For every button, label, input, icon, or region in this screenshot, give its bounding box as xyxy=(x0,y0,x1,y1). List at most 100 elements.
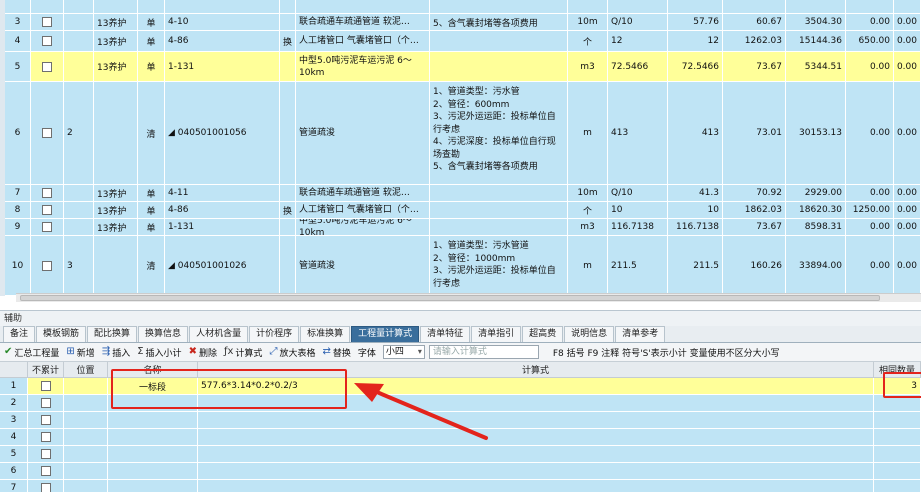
row-checkbox[interactable] xyxy=(42,36,52,46)
cell-total[interactable]: 5344.51 xyxy=(786,52,846,82)
row-checkbox[interactable] xyxy=(42,61,52,72)
nosum-checkbox[interactable] xyxy=(40,449,51,459)
cell-huan[interactable]: 换 xyxy=(280,31,296,52)
cell-huan[interactable]: 换 xyxy=(280,202,296,219)
cell-qty[interactable]: 413 xyxy=(668,82,723,185)
insert-button[interactable]: ⇶ 插入 xyxy=(102,346,130,359)
cell-name[interactable]: 中型5.0吨污泥车运污泥 6～10km xyxy=(296,219,430,236)
cell-unit[interactable]: m3 xyxy=(568,219,608,236)
tab-9[interactable]: 清单指引 xyxy=(471,326,522,342)
cell-kind[interactable]: 清 xyxy=(138,236,165,296)
cell-total[interactable]: 2929.00 xyxy=(786,185,846,202)
cell-huan[interactable] xyxy=(280,82,296,185)
cell-code[interactable]: 4-11 xyxy=(165,185,280,202)
cell-price[interactable]: 73.67 xyxy=(723,219,786,236)
cell-qty[interactable]: 72.5466 xyxy=(668,52,723,82)
summary-button[interactable]: ✔ 汇总工程量 xyxy=(4,346,59,359)
cell-qty_expr[interactable]: Q/10 xyxy=(608,185,668,202)
nosum-checkbox[interactable] xyxy=(40,381,51,391)
table-row[interactable]: 9 13养护单 1-131 中型5.0吨污泥车运污泥 6～10km m3 116.7138… xyxy=(0,219,921,236)
cell-formula[interactable] xyxy=(198,480,874,492)
nosum-checkbox[interactable] xyxy=(40,483,51,492)
cell-name[interactable] xyxy=(108,395,198,412)
font-size-select[interactable]: 小四 xyxy=(382,345,425,359)
tab-12[interactable]: 清单参考 xyxy=(615,326,666,342)
table-row[interactable] xyxy=(0,0,921,14)
cell-b[interactable]: 0.00 xyxy=(894,82,921,185)
cell-unit[interactable]: 个 xyxy=(568,202,608,219)
cell-type[interactable] xyxy=(94,236,138,296)
tab-11[interactable]: 说明信息 xyxy=(564,326,615,342)
cell-price[interactable]: 160.26 xyxy=(723,236,786,296)
cell-a[interactable]: 0.00 xyxy=(846,219,894,236)
cell-position[interactable] xyxy=(64,463,108,480)
table-row[interactable]: 6 2 清 ◢ 040501001056 管道疏浚 1、管道类型：污水管 2、管径：600… xyxy=(0,82,921,185)
scrollbar-thumb[interactable] xyxy=(20,295,880,301)
cell-kind[interactable]: 清 xyxy=(138,82,165,185)
cell-price[interactable]: 1862.03 xyxy=(723,202,786,219)
cell-code[interactable]: 4-86 xyxy=(165,202,280,219)
cell-kind[interactable]: 单 xyxy=(138,185,165,202)
table-row[interactable]: 5 13养护单 1-131 中型5.0吨污泥车运污泥 6～10km m3 72.5466 7… xyxy=(0,52,921,82)
cell-price[interactable]: 73.67 xyxy=(723,52,786,82)
cell-desc[interactable] xyxy=(430,185,568,202)
cell-position[interactable] xyxy=(64,395,108,412)
cell-desc[interactable]: 5、含气囊封堵等各项费用 xyxy=(430,14,568,31)
cell-total[interactable]: 15144.36 xyxy=(786,31,846,52)
row-checkbox[interactable] xyxy=(42,222,52,232)
table-row[interactable]: 7 13养护单 4-11 联合疏通车疏通管道 软泥… 10m Q/10 41.3 70.92 2… xyxy=(0,185,921,202)
cell-same[interactable] xyxy=(874,412,921,429)
cell-qty_expr[interactable]: Q/10 xyxy=(608,14,668,31)
formula-row[interactable]: 5 xyxy=(0,446,921,463)
row-checkbox[interactable] xyxy=(42,188,52,198)
formula-input[interactable]: 请输入计算式 xyxy=(428,345,539,359)
cell-name[interactable]: 联合疏通车疏通管道 软泥… xyxy=(296,14,430,31)
row-checkbox[interactable] xyxy=(42,17,52,27)
cell-unit[interactable]: 10m xyxy=(568,185,608,202)
cell-code[interactable]: ◢ 040501001056 xyxy=(165,82,280,185)
cell-desc[interactable] xyxy=(430,52,568,82)
table-row[interactable]: 8 13养护单 4-86 换人工堵管口 气囊堵管口（个… 个 10 10 1862.03 186… xyxy=(0,202,921,219)
cell-total[interactable]: 8598.31 xyxy=(786,219,846,236)
cell-seq[interactable]: 2 xyxy=(64,82,94,185)
cell-unit[interactable]: 10m xyxy=(568,14,608,31)
cell-qty_expr[interactable]: 10 xyxy=(608,202,668,219)
cell-name[interactable]: 人工堵管口 气囊堵管口（个… xyxy=(296,31,430,52)
cell-formula[interactable] xyxy=(198,446,874,463)
cell-total[interactable]: 3504.30 xyxy=(786,14,846,31)
cell-position[interactable] xyxy=(64,446,108,463)
cell-seq[interactable] xyxy=(64,31,94,52)
nosum-checkbox[interactable] xyxy=(40,398,51,408)
cell-kind[interactable]: 单 xyxy=(138,31,165,52)
cell-unit[interactable]: m xyxy=(568,82,608,185)
cell-total[interactable]: 18620.30 xyxy=(786,202,846,219)
cell-name[interactable]: 人工堵管口 气囊堵管口（个… xyxy=(296,202,430,219)
cell-formula[interactable] xyxy=(198,395,874,412)
cell-unit[interactable]: 个 xyxy=(568,31,608,52)
cell-huan[interactable] xyxy=(280,185,296,202)
cell-huan[interactable] xyxy=(280,219,296,236)
nosum-checkbox[interactable] xyxy=(40,432,51,442)
cell-qty[interactable]: 10 xyxy=(668,202,723,219)
cell-position[interactable] xyxy=(64,480,108,492)
nosum-checkbox[interactable] xyxy=(40,466,51,476)
nosum-checkbox[interactable] xyxy=(40,415,51,425)
cell-unit[interactable]: m3 xyxy=(568,52,608,82)
cell-qty[interactable]: 57.76 xyxy=(668,14,723,31)
cell-kind[interactable]: 单 xyxy=(138,52,165,82)
cell-qty_expr[interactable]: 72.5466 xyxy=(608,52,668,82)
cell-a[interactable]: 0.00 xyxy=(846,52,894,82)
cell-formula[interactable] xyxy=(198,412,874,429)
cell-b[interactable]: 0.00 xyxy=(894,185,921,202)
cell-a[interactable]: 1250.00 xyxy=(846,202,894,219)
tab-0[interactable]: 备注 xyxy=(3,326,36,342)
cell-seq[interactable] xyxy=(64,219,94,236)
cell-total[interactable]: 30153.13 xyxy=(786,82,846,185)
cell-formula[interactable] xyxy=(198,463,874,480)
cell-type[interactable]: 13养护 xyxy=(94,219,138,236)
row-checkbox[interactable] xyxy=(42,205,52,215)
cell-name[interactable] xyxy=(108,412,198,429)
cell-seq[interactable]: 3 xyxy=(64,236,94,296)
cell-qty_expr[interactable]: 116.7138 xyxy=(608,219,668,236)
cell-qty[interactable]: 116.7138 xyxy=(668,219,723,236)
